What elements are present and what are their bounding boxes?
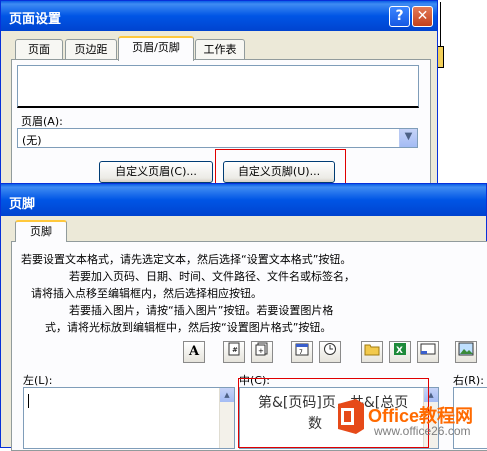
- close-button[interactable]: ✕: [412, 6, 433, 27]
- insert-picture-icon[interactable]: [455, 341, 477, 363]
- svg-text:7: 7: [299, 349, 303, 356]
- right-section-label: 右(R):: [453, 374, 484, 387]
- help-button[interactable]: ?: [389, 6, 410, 27]
- file-name-icon[interactable]: X: [389, 341, 411, 363]
- footer-title: 页脚: [9, 197, 36, 212]
- page-setup-titlebar[interactable]: 页面设置 ? ✕: [1, 1, 437, 31]
- left-section-input[interactable]: ▲: [23, 387, 235, 449]
- watermark-url: www.office26.com: [374, 424, 471, 438]
- svg-text:X: X: [396, 346, 403, 356]
- time-icon[interactable]: [319, 341, 341, 363]
- footer-titlebar[interactable]: 页脚: [1, 184, 486, 216]
- header-select-value: (无): [22, 134, 42, 147]
- tab-margins[interactable]: 页边距: [65, 39, 117, 59]
- tab-footer[interactable]: 页脚: [15, 220, 67, 242]
- tab-header-footer[interactable]: 页眉/页脚: [118, 36, 194, 61]
- tab-sheet[interactable]: 工作表: [195, 39, 245, 59]
- instruction-line: 若要设置文本格式，请先选定文本，然后选择“设置文本格式”按钮。: [21, 253, 352, 266]
- left-scrollbar[interactable]: ▲: [219, 388, 234, 448]
- date-icon[interactable]: 7: [291, 341, 313, 363]
- instruction-line: 若要插入图片，请按“插入图片”按钮。若要设置图片格: [69, 304, 334, 317]
- format-text-icon[interactable]: A: [183, 341, 205, 363]
- scroll-up-icon[interactable]: ▲: [220, 388, 234, 402]
- left-section-label: 左(L):: [23, 374, 53, 387]
- tab-page[interactable]: 页面: [15, 39, 63, 59]
- instruction-line: 请将插入点移至编辑框内，然后选择相应按钮。: [31, 287, 262, 300]
- page-number-icon[interactable]: #: [223, 341, 245, 363]
- chevron-down-icon[interactable]: ▼: [399, 129, 417, 147]
- text-caret: [28, 394, 29, 408]
- total-pages-icon[interactable]: +: [251, 341, 273, 363]
- instruction-line: 若要加入页码、日期、时间、文件路径、文件名或标签名，: [69, 270, 355, 283]
- svg-text:#: #: [232, 346, 238, 354]
- page-setup-title: 页面设置: [9, 12, 62, 27]
- office-logo-icon: [338, 399, 364, 434]
- sheet-name-icon[interactable]: [417, 341, 439, 363]
- page-setup-dialog: 页面设置 ? ✕ 页面 页边距 页眉/页脚 工作表 页眉(A): (无) ▼ 自…: [0, 0, 438, 193]
- header-preview: [17, 65, 419, 108]
- file-path-icon[interactable]: [361, 341, 383, 363]
- header-select[interactable]: (无) ▼: [17, 128, 418, 148]
- svg-text:+: +: [258, 347, 264, 355]
- instruction-line: 式，请将光标放到编辑框中，然后按“设置图片格式”按钮。: [45, 321, 332, 334]
- header-label: 页眉(A):: [21, 115, 63, 128]
- worksheet-background: [438, 0, 487, 192]
- custom-header-button[interactable]: 自定义页眉(C)...: [99, 161, 213, 183]
